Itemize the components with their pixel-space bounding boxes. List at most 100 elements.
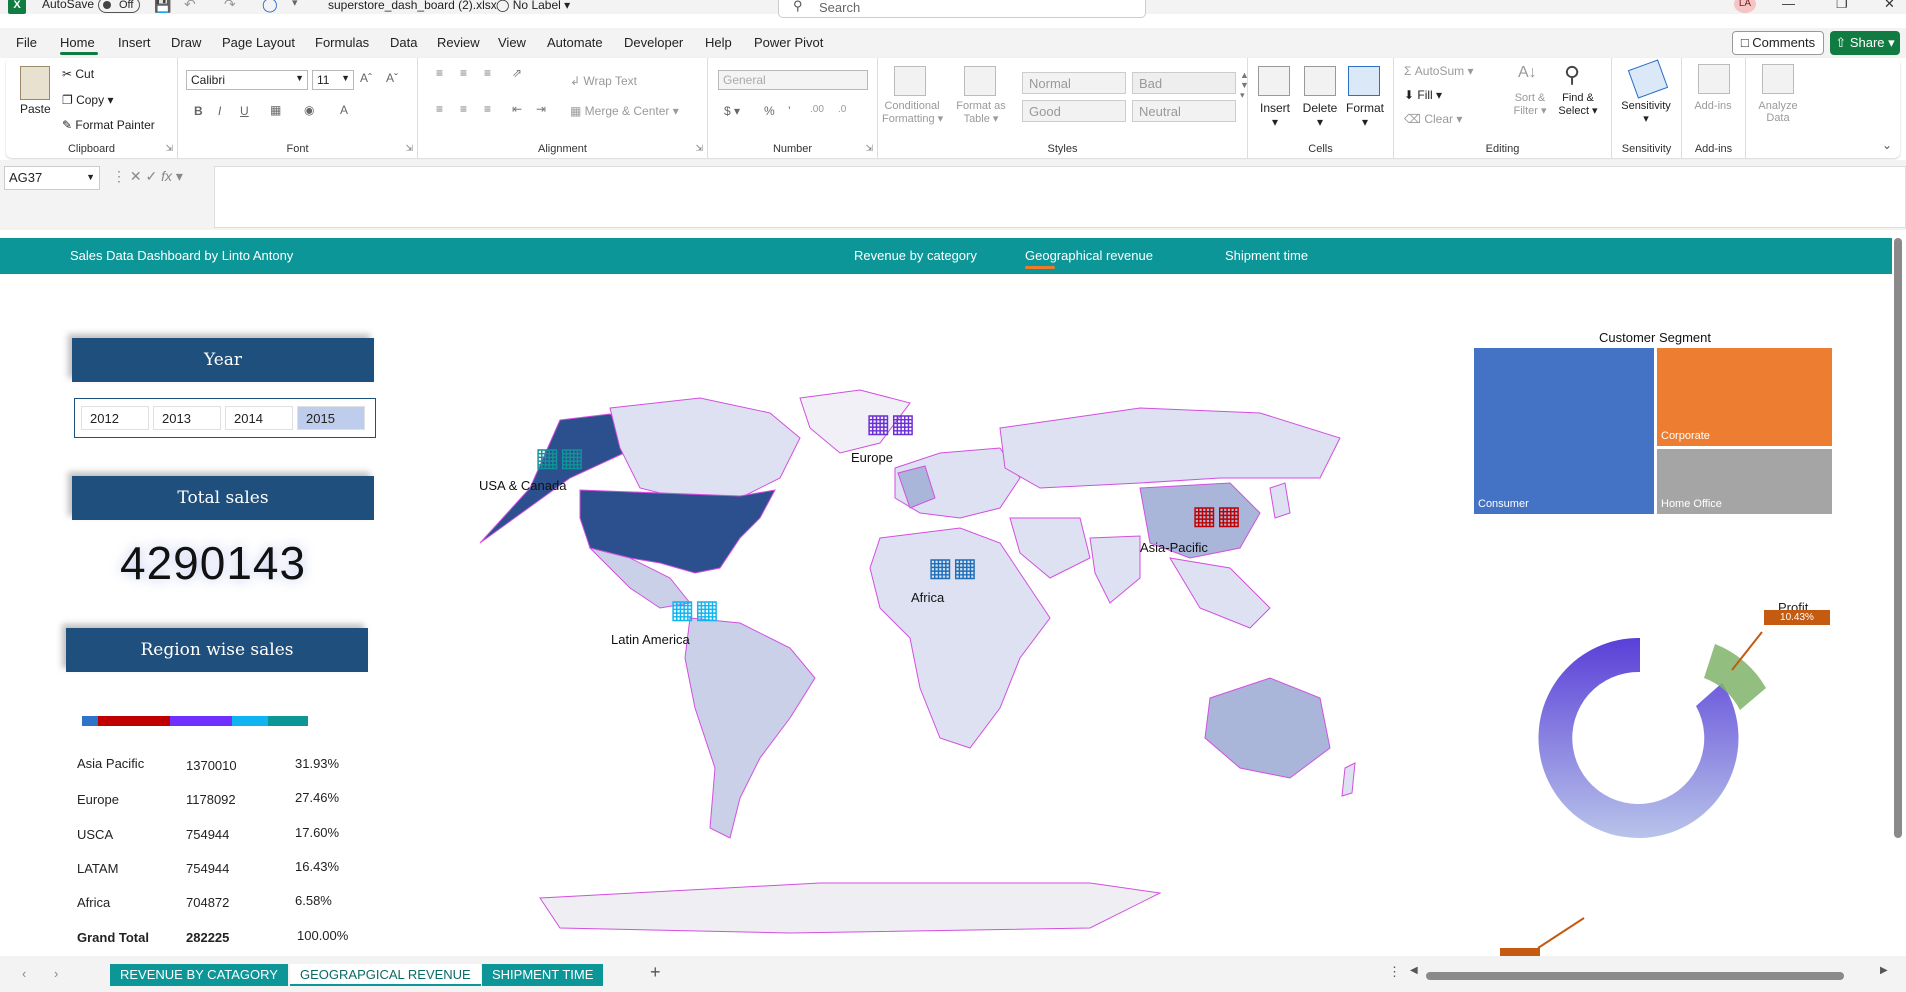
prev-sheet-icon[interactable]: ‹ bbox=[22, 966, 26, 981]
italic-icon[interactable]: I bbox=[218, 104, 221, 118]
addins-button[interactable]: Add-ins bbox=[1688, 100, 1738, 112]
find-select-button[interactable]: Find & Select ▾ bbox=[1556, 92, 1600, 117]
formula-input[interactable] bbox=[214, 166, 1906, 228]
format-cells-icon[interactable] bbox=[1348, 66, 1380, 96]
align-left-icon[interactable]: ≡ bbox=[436, 102, 443, 116]
align-center-icon[interactable]: ≡ bbox=[460, 102, 467, 116]
avatar[interactable]: LA bbox=[1734, 0, 1756, 13]
tab-shipment-time[interactable]: SHIPMENT TIME bbox=[482, 964, 604, 986]
minimize-icon[interactable]: — bbox=[1782, 0, 1795, 11]
underline-icon[interactable]: U bbox=[240, 104, 249, 118]
copy-button[interactable]: ❐ Copy ▾ bbox=[62, 93, 113, 107]
format-painter-button[interactable]: ✎ Format Painter bbox=[62, 118, 155, 132]
fill-button[interactable]: ⬇ Fill ▾ bbox=[1404, 88, 1442, 102]
year-button-2013[interactable]: 2013 bbox=[153, 406, 221, 430]
nav-revenue-by-category[interactable]: Revenue by category bbox=[854, 248, 977, 263]
treemap-home-office[interactable]: Home Office bbox=[1657, 449, 1832, 514]
autosave-toggle[interactable]: Off bbox=[98, 0, 140, 13]
autosum-button[interactable]: Σ AutoSum ▾ bbox=[1404, 64, 1473, 78]
number-format-select[interactable]: General bbox=[718, 70, 868, 90]
menu-page-layout[interactable]: Page Layout bbox=[222, 35, 295, 50]
font-name-select[interactable]: Calibri ▼ bbox=[186, 70, 308, 90]
share-button[interactable]: ⇧ Share ▾ bbox=[1830, 31, 1900, 55]
menu-review[interactable]: Review bbox=[437, 35, 480, 50]
style-normal[interactable]: Normal bbox=[1022, 72, 1126, 94]
search-box[interactable]: ⚲ Search bbox=[778, 0, 1146, 18]
collapse-ribbon-icon[interactable]: ⌄ bbox=[1882, 138, 1892, 152]
menu-formulas[interactable]: Formulas bbox=[315, 35, 369, 50]
close-icon[interactable]: ✕ bbox=[1884, 0, 1895, 12]
align-middle-icon[interactable]: ≡ bbox=[460, 66, 467, 80]
increase-decimal-icon[interactable]: .00 bbox=[810, 104, 824, 115]
menu-view[interactable]: View bbox=[498, 35, 526, 50]
analyze-data-icon[interactable] bbox=[1762, 64, 1794, 94]
comments-button[interactable]: □ Comments bbox=[1732, 31, 1824, 55]
find-select-icon[interactable]: ⚲ bbox=[1564, 62, 1580, 88]
paste-button[interactable]: Paste bbox=[20, 102, 51, 116]
scroll-right-icon[interactable]: ▶ bbox=[1880, 965, 1888, 976]
add-sheet-icon[interactable]: + bbox=[650, 962, 661, 983]
currency-icon[interactable]: $ ▾ bbox=[724, 104, 740, 118]
sort-filter-button[interactable]: Sort & Filter ▾ bbox=[1510, 92, 1550, 117]
conditional-formatting-button[interactable]: Conditional Formatting ▾ bbox=[882, 100, 943, 125]
increase-font-icon[interactable]: Aˆ bbox=[360, 71, 372, 85]
menu-insert[interactable]: Insert bbox=[118, 35, 151, 50]
analyze-data-button[interactable]: Analyze Data bbox=[1752, 100, 1804, 124]
bold-icon[interactable]: B bbox=[194, 104, 203, 118]
menu-developer[interactable]: Developer bbox=[624, 35, 683, 50]
menu-file[interactable]: File bbox=[16, 35, 37, 50]
sort-filter-icon[interactable]: A↓ bbox=[1518, 64, 1537, 82]
menu-power-pivot[interactable]: Power Pivot bbox=[754, 35, 823, 50]
decrease-decimal-icon[interactable]: .0 bbox=[838, 104, 846, 115]
decrease-indent-icon[interactable]: ⇤ bbox=[512, 102, 522, 116]
merge-center-button[interactable]: ▦ Merge & Center ▾ bbox=[570, 104, 679, 118]
comma-icon[interactable]: ’ bbox=[788, 104, 791, 118]
sensitivity-button[interactable]: Sensitivity ▾ bbox=[1616, 100, 1676, 125]
save-icon[interactable]: 💾 bbox=[154, 0, 171, 14]
font-color-icon[interactable]: A bbox=[340, 103, 348, 117]
undo-icon[interactable]: ↶ bbox=[184, 0, 196, 13]
style-bad[interactable]: Bad bbox=[1132, 72, 1236, 94]
year-button-2015[interactable]: 2015 bbox=[297, 406, 365, 430]
decrease-font-icon[interactable]: Aˇ bbox=[386, 71, 398, 85]
number-launcher-icon[interactable]: ⇲ bbox=[865, 143, 873, 154]
alignment-launcher-icon[interactable]: ⇲ bbox=[695, 143, 703, 154]
insert-cells-icon[interactable] bbox=[1258, 66, 1290, 96]
percent-icon[interactable]: % bbox=[764, 104, 775, 118]
menu-draw[interactable]: Draw bbox=[171, 35, 201, 50]
scroll-left-icon[interactable]: ◀ bbox=[1410, 965, 1418, 976]
customize-toolbar-icon[interactable]: ▾ bbox=[292, 0, 298, 9]
sensitivity-label-button[interactable]: ◯ No Label ▾ bbox=[496, 0, 570, 12]
more-options-icon[interactable]: ⋮ bbox=[1388, 964, 1401, 980]
year-button-2012[interactable]: 2012 bbox=[81, 406, 149, 430]
format-as-table-icon[interactable] bbox=[964, 66, 996, 96]
menu-home[interactable]: Home bbox=[60, 35, 95, 50]
menu-help[interactable]: Help bbox=[705, 35, 732, 50]
tab-revenue-by-category[interactable]: REVENUE BY CATAGORY bbox=[110, 964, 288, 986]
vertical-scrollbar[interactable] bbox=[1894, 238, 1902, 838]
style-neutral[interactable]: Neutral bbox=[1132, 100, 1236, 122]
wrap-text-button[interactable]: ↲ Wrap Text bbox=[570, 74, 637, 88]
font-launcher-icon[interactable]: ⇲ bbox=[405, 143, 413, 154]
orientation-icon[interactable]: ⇗ bbox=[512, 66, 522, 80]
clipboard-launcher-icon[interactable]: ⇲ bbox=[165, 143, 173, 154]
increase-indent-icon[interactable]: ⇥ bbox=[536, 102, 546, 116]
fill-color-icon[interactable]: ◉ bbox=[304, 103, 314, 117]
format-as-table-button[interactable]: Format as Table ▾ bbox=[954, 100, 1008, 125]
fx-icon[interactable]: fx bbox=[161, 168, 172, 184]
borders-icon[interactable]: ▦ bbox=[270, 103, 281, 117]
name-box[interactable]: AG37 ▼ bbox=[4, 166, 100, 190]
font-size-select[interactable]: 11 ▼ bbox=[312, 70, 354, 90]
clear-button[interactable]: ⌫ Clear ▾ bbox=[1404, 112, 1462, 126]
align-bottom-icon[interactable]: ≡ bbox=[484, 66, 491, 80]
paste-icon[interactable] bbox=[20, 66, 50, 100]
align-top-icon[interactable]: ≡ bbox=[436, 66, 443, 80]
refresh-icon[interactable]: ◯ bbox=[262, 0, 278, 13]
year-button-2014[interactable]: 2014 bbox=[225, 406, 293, 430]
format-cells-button[interactable]: Format ▾ bbox=[1346, 101, 1384, 129]
horizontal-scrollbar[interactable] bbox=[1426, 972, 1844, 980]
tab-geographical-revenue[interactable]: GEOGRAPGICAL REVENUE bbox=[290, 964, 481, 986]
redo-icon[interactable]: ↷ bbox=[224, 0, 236, 13]
next-sheet-icon[interactable]: › bbox=[54, 966, 58, 981]
style-good[interactable]: Good bbox=[1022, 100, 1126, 122]
